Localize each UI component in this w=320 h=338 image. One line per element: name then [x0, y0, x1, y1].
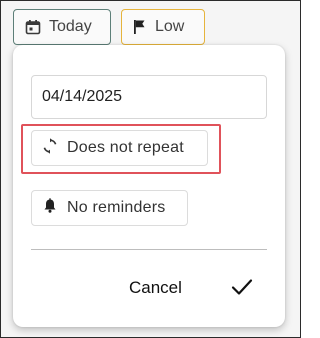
priority-chip[interactable]: Low	[121, 9, 205, 45]
priority-chip-label: Low	[155, 18, 185, 35]
window-frame: Today Low Does not repeat	[0, 0, 301, 338]
date-chip-label: Today	[49, 18, 92, 35]
date-input[interactable]	[31, 75, 267, 119]
bell-icon	[42, 197, 58, 219]
repeat-button-label: Does not repeat	[67, 139, 184, 156]
reminders-button[interactable]: No reminders	[31, 190, 188, 226]
flag-icon	[133, 19, 147, 35]
calendar-icon	[25, 19, 41, 35]
checkmark-icon	[231, 278, 253, 301]
repeat-icon	[42, 137, 58, 159]
repeat-button[interactable]: Does not repeat	[31, 130, 208, 166]
divider	[31, 249, 267, 250]
confirm-button[interactable]	[227, 274, 257, 304]
reminders-button-label: No reminders	[67, 199, 166, 216]
date-picker-popup: Does not repeat No reminders Cancel	[13, 45, 285, 327]
cancel-button[interactable]: Cancel	[129, 273, 199, 303]
date-chip[interactable]: Today	[13, 9, 111, 45]
